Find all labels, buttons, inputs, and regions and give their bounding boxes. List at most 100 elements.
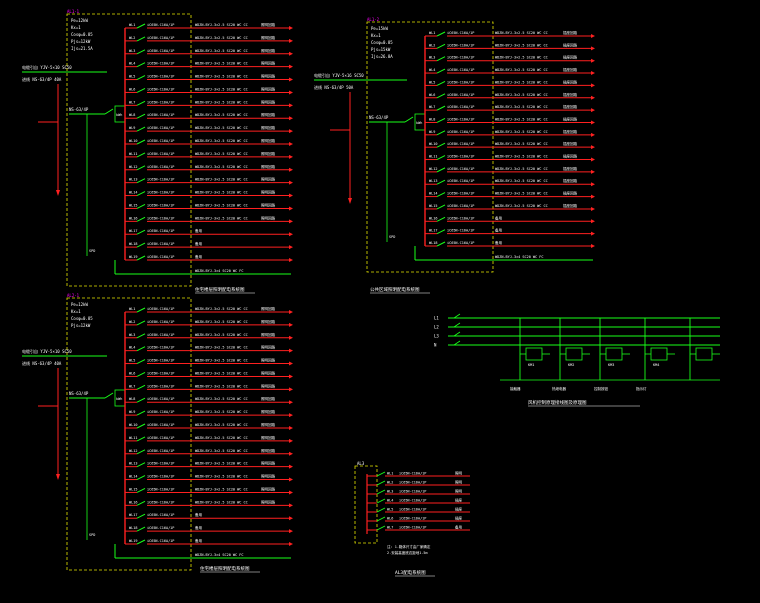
small-branch-id: WL5 bbox=[387, 508, 393, 512]
panel-param: Cosφ=0.85 bbox=[71, 316, 93, 321]
branch-id: WL13 bbox=[429, 179, 437, 183]
branch-id: WL15 bbox=[429, 204, 437, 208]
small-branch-load: 照明 bbox=[455, 490, 463, 494]
branch-breaker: iC65N-C16A/1P bbox=[447, 117, 474, 121]
branch-breaker: iC65N-C16A/1P bbox=[147, 100, 174, 104]
branch-id: WL7 bbox=[429, 105, 435, 109]
branch-id: WL18 bbox=[429, 241, 437, 245]
branch-cable: WDZN-BYJ-3×2.5 SC20 WC CC bbox=[195, 87, 248, 91]
branch-cable: WDZN-BYJ-3×2.5 SC20 WC CC bbox=[195, 346, 248, 350]
branch-breaker: iC65N-C16A/1P bbox=[147, 320, 174, 324]
branch-breaker: iC65N-C16A/1P bbox=[447, 229, 474, 233]
branch-breaker: iC65N-C16A/1P bbox=[147, 371, 174, 375]
branch-id: WL4 bbox=[429, 68, 435, 72]
branch-breaker: iC65N-C16A/1P bbox=[147, 49, 174, 53]
branch-id: WL10 bbox=[429, 142, 437, 146]
bottom-cable: WDZN-BYJ-3×4 SC20 WC FC bbox=[195, 269, 243, 273]
branch-breaker: iC65N-C16A/1P bbox=[447, 105, 474, 109]
branch-id: WL18 bbox=[129, 526, 137, 530]
phase-label: L3 bbox=[434, 334, 439, 339]
branch-cable: WDZN-BYJ-3×2.5 SC20 WC CC bbox=[195, 462, 248, 466]
branch-load: 照明回路 bbox=[261, 486, 275, 491]
small-branch-breaker: iC65N-C16A/1P bbox=[399, 508, 426, 512]
panel-param: Pjs=12kW bbox=[71, 39, 91, 44]
branch-id: WL8 bbox=[429, 117, 435, 121]
branch-id: WL2 bbox=[429, 43, 435, 47]
branch-cable: WDZN-BYJ-3×2.5 SC20 WC CC bbox=[195, 410, 248, 414]
branch-id: WL3 bbox=[429, 56, 435, 60]
spd-label: SPD bbox=[389, 235, 395, 239]
branch-breaker: iC65N-C16A/1P bbox=[147, 397, 174, 401]
branch-breaker: iC65N-C16A/1P bbox=[447, 167, 474, 171]
panel-param: Ijs=26.8A bbox=[371, 54, 393, 59]
branch-load: 照明回路 bbox=[261, 61, 275, 66]
branch-cable: WDZN-BYJ-3×2.5 SC20 WC CC bbox=[195, 475, 248, 479]
branch-breaker: iC65N-C16A/1P bbox=[147, 87, 174, 91]
branch-load: 插座回路 bbox=[563, 178, 577, 183]
branch-cable: WDZN-BYJ-3×2.5 SC20 WC CC bbox=[495, 80, 548, 84]
panel-param: Pjs=15kW bbox=[371, 47, 391, 52]
panel-param: Pe=12kW bbox=[71, 302, 88, 307]
branch-id: WL8 bbox=[129, 113, 135, 117]
branch-cable: WDZN-BYJ-3×2.5 SC20 WC CC bbox=[495, 167, 548, 171]
panel-param: Kx=1 bbox=[371, 33, 381, 38]
branch-cable: WDZN-BYJ-3×2.5 SC20 WC CC bbox=[195, 397, 248, 401]
branch-id: WL7 bbox=[129, 100, 135, 104]
control-label: 接触器 bbox=[510, 386, 521, 391]
branch-breaker: iC65N-C16A/1P bbox=[147, 242, 174, 246]
branch-spare: 备用 bbox=[195, 241, 202, 246]
small-branch-id: WL1 bbox=[387, 472, 393, 476]
branch-load: 照明回路 bbox=[261, 409, 275, 414]
branch-load: 照明回路 bbox=[261, 370, 275, 375]
branch-breaker: iC65N-C16A/1P bbox=[147, 475, 174, 479]
relay-label: KM2 bbox=[568, 363, 574, 367]
branch-load: 照明回路 bbox=[261, 35, 275, 40]
branch-load: 照明回路 bbox=[261, 190, 275, 195]
branch-id: WL10 bbox=[129, 139, 137, 143]
branch-cable: WDZN-BYJ-3×2.5 SC20 WC CC bbox=[195, 178, 248, 182]
branch-id: WL15 bbox=[129, 487, 137, 491]
branch-load: 照明回路 bbox=[261, 345, 275, 350]
small-panel-tag: AL3 bbox=[357, 461, 365, 466]
branch-cable: WDZN-BYJ-3×2.5 SC20 WC CC bbox=[495, 117, 548, 121]
panel-param: Cosφ=0.85 bbox=[71, 32, 93, 37]
relay-label: KM3 bbox=[608, 363, 614, 367]
small-branch-id: WL7 bbox=[387, 526, 393, 530]
branch-breaker: iC65N-C16A/1P bbox=[147, 255, 174, 259]
branch-breaker: iC65N-C16A/1P bbox=[447, 216, 474, 220]
branch-id: WL6 bbox=[129, 87, 135, 91]
branch-breaker: iC65N-C16A/1P bbox=[147, 346, 174, 350]
branch-load: 插座回路 bbox=[563, 166, 577, 171]
incoming-label-2: 进线 NS-63/4P 40A bbox=[22, 76, 62, 82]
small-branch-breaker: iC65N-C16A/1P bbox=[399, 481, 426, 485]
branch-id: WL3 bbox=[129, 333, 135, 337]
branch-breaker: iC65N-C16A/1P bbox=[147, 62, 174, 66]
control-label: 控制按钮 bbox=[594, 386, 608, 391]
drawing-canvas: AL1-1 Pe=12kW Kx=1 Cosφ=0.85 Pjs=12kW Ijs=21.… bbox=[0, 0, 760, 603]
branch-load: 插座回路 bbox=[563, 191, 577, 196]
panel-caption: 住宅楼层照明配电系统图 bbox=[200, 565, 250, 572]
branch-id: WL6 bbox=[429, 93, 435, 97]
branch-id: WL11 bbox=[129, 436, 137, 440]
branch-breaker: iC65N-C16A/1P bbox=[447, 68, 474, 72]
branch-cable: WDZN-BYJ-3×2.5 SC20 WC CC bbox=[195, 75, 248, 79]
branch-cable: WDZN-BYJ-3×2.5 SC20 WC CC bbox=[495, 192, 548, 196]
small-branch-load: 插座 bbox=[455, 516, 463, 521]
branch-cable: WDZN-BYJ-3×2.5 SC20 WC CC bbox=[195, 371, 248, 375]
branch-id: WL18 bbox=[129, 242, 137, 246]
branch-load: 照明回路 bbox=[261, 499, 275, 504]
branch-breaker: iC65N-C16A/1P bbox=[147, 152, 174, 156]
branch-id: WL12 bbox=[129, 449, 137, 453]
small-branch-breaker: iC65N-C16A/1P bbox=[399, 490, 426, 494]
small-panel-note: 2.安装高度底边距地1.5m bbox=[387, 550, 428, 555]
branch-id: WL5 bbox=[129, 359, 135, 363]
branch-cable: WDZN-BYJ-3×2.5 SC20 WC CC bbox=[195, 436, 248, 440]
branch-cable: WDZN-BYJ-3×2.5 SC20 WC CC bbox=[195, 100, 248, 104]
branch-cable: WDZN-BYJ-3×2.5 SC20 WC CC bbox=[195, 152, 248, 156]
branch-breaker: iC65N-C16A/1P bbox=[447, 179, 474, 183]
control-label: 热继电器 bbox=[552, 386, 566, 391]
bottom-cable: WDZN-BYJ-3×4 SC20 WC FC bbox=[495, 255, 543, 259]
branch-spare: 备用 bbox=[195, 525, 202, 530]
branch-breaker: iC65N-C16A/1P bbox=[147, 333, 174, 337]
main-breaker-label: NS-63/4P bbox=[69, 107, 89, 112]
